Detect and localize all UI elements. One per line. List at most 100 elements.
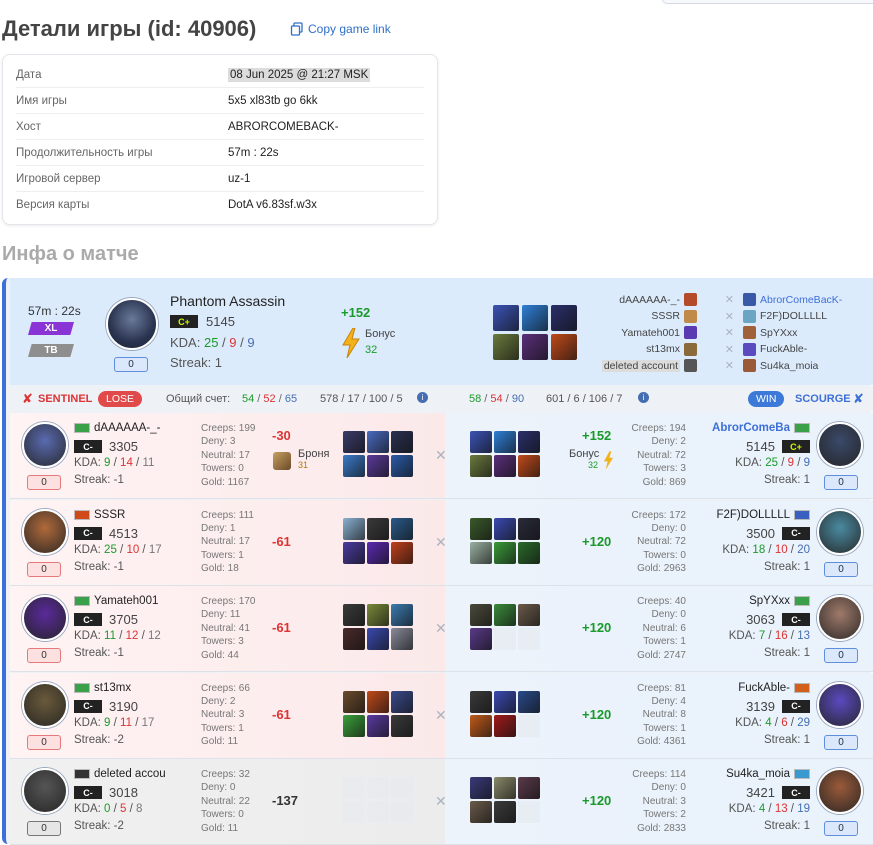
item-slot[interactable] [343, 517, 365, 540]
matchup-right[interactable]: FuckAble- [743, 342, 807, 357]
item-slot[interactable] [391, 541, 413, 564]
item-slot[interactable] [343, 455, 365, 477]
item-slot[interactable] [367, 777, 389, 799]
item-slot[interactable] [494, 455, 516, 477]
player-name[interactable]: Su4ka_moia [726, 768, 810, 780]
player-score-badge[interactable]: 0 [824, 475, 858, 490]
copy-game-link-button[interactable]: Copy game link [290, 22, 391, 36]
item-slot[interactable] [518, 801, 540, 823]
item-slot[interactable] [470, 604, 492, 626]
item-slot[interactable] [391, 455, 413, 477]
item-slot[interactable] [518, 714, 540, 737]
item-slot[interactable] [494, 628, 516, 650]
item-slot[interactable] [518, 517, 540, 540]
item-slot[interactable] [391, 714, 413, 737]
item-slot[interactable] [470, 455, 492, 477]
item-slot[interactable] [494, 431, 516, 453]
item-slot[interactable] [343, 777, 365, 799]
item-slot[interactable] [343, 541, 365, 564]
scourge-player[interactable]: +120 Creeps: 81 Deny: 4 Neutral: 8 Towers: 1… [445, 672, 873, 758]
sentinel-player[interactable]: 0 st13mx C- 3190 KDA: 9 / 11 / 17 Streak: -2 C… [10, 672, 447, 758]
item-slot[interactable] [518, 541, 540, 564]
scourge-player[interactable]: +120 Creeps: 40 Deny: 0 Neutral: 6 Towers: 1… [445, 586, 873, 671]
item-slot[interactable] [367, 431, 389, 453]
item-slot[interactable] [343, 690, 365, 713]
info-icon[interactable]: i [417, 392, 428, 403]
item-slot[interactable] [470, 801, 492, 823]
item-slot[interactable] [470, 541, 492, 564]
item-slot[interactable] [551, 334, 577, 360]
info-icon[interactable]: i [638, 392, 649, 403]
item-slot[interactable] [391, 604, 413, 626]
player-name[interactable]: SpYXxx [749, 595, 810, 607]
matchup-left[interactable]: Yamateh001 [621, 325, 697, 340]
player-name[interactable]: SSSR [74, 509, 125, 521]
item-slot[interactable] [367, 541, 389, 564]
sentinel-player[interactable]: 0 SSSR C- 4513 KDA: 25 / 10 / 17 Streak: -1 Cr… [10, 499, 447, 585]
matchup-right[interactable]: AbrorComeBacK- [743, 292, 842, 307]
sentinel-player[interactable]: 0 deleted accou C- 3018 KDA: 0 / 5 / 8 Streak… [10, 759, 447, 844]
item-slot[interactable] [470, 431, 492, 453]
player-score-badge[interactable]: 0 [27, 821, 61, 836]
item-slot[interactable] [343, 604, 365, 626]
player-name[interactable]: Yamateh001 [74, 595, 158, 607]
player-name[interactable]: FuckAble- [738, 682, 810, 694]
scourge-player[interactable]: +120 Creeps: 172 Deny: 0 Neutral: 72 Towers:… [445, 499, 873, 585]
item-slot[interactable] [522, 305, 548, 331]
scourge-player[interactable]: +120 Creeps: 114 Deny: 0 Neutral: 3 Towers: … [445, 759, 873, 844]
item-slot[interactable] [391, 777, 413, 799]
matchup-left[interactable]: st13mx [646, 342, 697, 357]
item-slot[interactable] [518, 431, 540, 453]
item-slot[interactable] [367, 604, 389, 626]
item-slot[interactable] [518, 690, 540, 713]
item-slot[interactable] [518, 604, 540, 626]
item-slot[interactable] [391, 628, 413, 650]
player-score-badge[interactable]: 0 [27, 561, 61, 577]
item-slot[interactable] [343, 628, 365, 650]
sentinel-player[interactable]: 0 dAAAAAA-_- C- 3305 KDA: 9 / 14 / 11 Streak:… [10, 413, 447, 498]
item-slot[interactable] [518, 455, 540, 477]
item-slot[interactable] [493, 334, 519, 360]
item-slot[interactable] [494, 714, 516, 737]
player-score-badge[interactable]: 0 [824, 734, 858, 750]
item-slot[interactable] [391, 690, 413, 713]
item-slot[interactable] [343, 431, 365, 453]
item-slot[interactable] [470, 517, 492, 540]
item-slot[interactable] [494, 541, 516, 564]
item-slot[interactable] [518, 628, 540, 650]
player-name[interactable]: st13mx [74, 682, 131, 694]
item-slot[interactable] [494, 777, 516, 799]
item-slot[interactable] [367, 801, 389, 823]
item-slot[interactable] [367, 690, 389, 713]
player-score-badge[interactable]: 0 [27, 734, 61, 750]
player-score-badge[interactable]: 0 [824, 648, 858, 663]
player-name[interactable]: deleted accou [74, 768, 166, 780]
item-slot[interactable] [470, 714, 492, 737]
item-slot[interactable] [470, 690, 492, 713]
player-name[interactable]: F2F)DOLLLLL [716, 509, 810, 521]
scourge-player[interactable]: +152 Бонус 32 Creeps: 194 Deny: 2 Neutral: 72… [445, 413, 873, 498]
matchup-right[interactable]: Su4ka_moia [743, 358, 818, 373]
item-slot[interactable] [343, 714, 365, 737]
item-slot[interactable] [494, 801, 516, 823]
item-slot[interactable] [367, 517, 389, 540]
matchup-left[interactable]: SSSR [651, 309, 697, 324]
player-score-badge[interactable]: 0 [27, 648, 61, 663]
item-slot[interactable] [493, 305, 519, 331]
item-slot[interactable] [391, 801, 413, 823]
item-slot[interactable] [518, 777, 540, 799]
sentinel-player[interactable]: 0 Yamateh001 C- 3705 KDA: 11 / 12 / 12 Streak… [10, 586, 447, 671]
matchup-right[interactable]: F2F)DOLLLLL [743, 309, 827, 324]
item-slot[interactable] [391, 517, 413, 540]
player-score-badge[interactable]: 0 [824, 821, 858, 836]
player-name[interactable]: dAAAAAA-_- [74, 422, 160, 434]
player-score-badge[interactable]: 0 [824, 561, 858, 577]
matchup-left[interactable]: dAAAAAA-_- [619, 292, 697, 307]
player-score-badge[interactable]: 0 [27, 475, 61, 490]
item-slot[interactable] [494, 517, 516, 540]
item-slot[interactable] [343, 801, 365, 823]
item-slot[interactable] [367, 628, 389, 650]
item-slot[interactable] [367, 714, 389, 737]
item-slot[interactable] [470, 628, 492, 650]
item-slot[interactable] [470, 777, 492, 799]
